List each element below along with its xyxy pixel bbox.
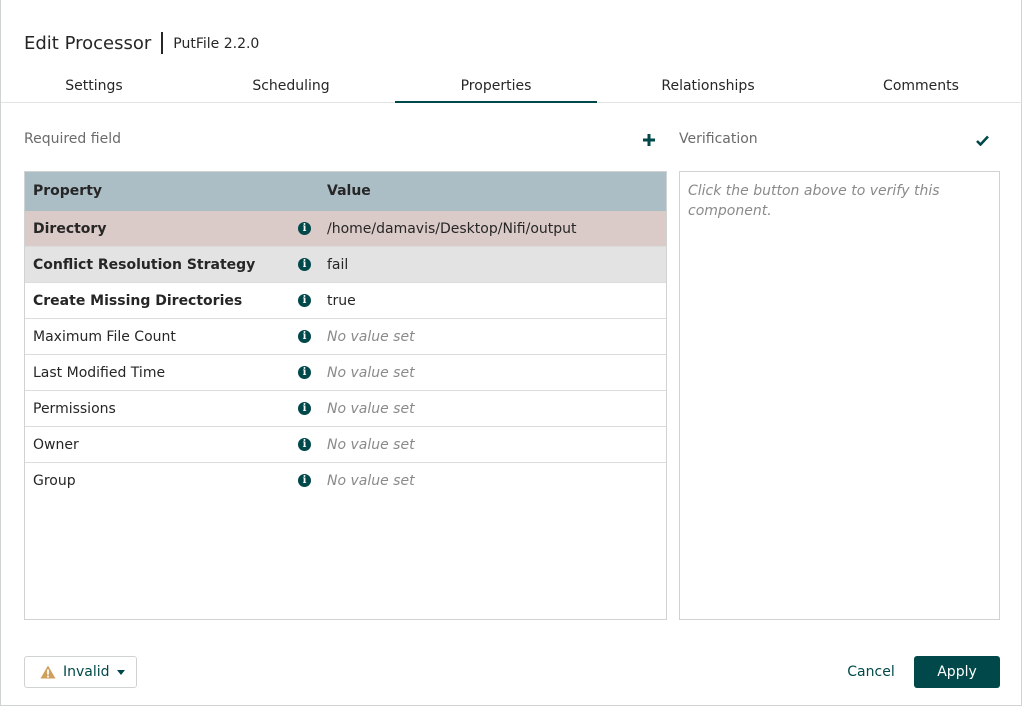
table-row[interactable]: Conflict Resolution Strategy i fail [25,247,666,283]
checkmark-icon [975,135,989,146]
table-row[interactable]: Permissions i No value set [25,391,666,427]
info-icon[interactable]: i [298,438,311,451]
edit-processor-dialog: Edit Processor PutFile 2.2.0 Settings Sc… [0,0,1022,706]
tab-settings[interactable]: Settings [24,70,164,102]
required-field-label: Required field [24,131,121,147]
info-icon[interactable]: i [298,474,311,487]
add-property-button[interactable] [639,130,659,150]
info-icon[interactable]: i [298,330,311,343]
plus-icon [643,134,655,146]
validation-status-button[interactable]: Invalid [24,656,137,688]
chevron-down-icon [116,669,125,675]
tab-bar: Settings Scheduling Properties Relations… [1,70,1022,103]
table-header: Property Value [25,172,666,211]
info-icon[interactable]: i [298,402,311,415]
verification-placeholder: Click the button above to verify this co… [688,183,940,219]
table-row[interactable]: Owner i No value set [25,427,666,463]
info-icon[interactable]: i [298,366,311,379]
property-name: Permissions [33,401,116,417]
properties-table: Property Value Directory i /home/damavis… [24,171,667,620]
info-icon[interactable]: i [298,222,311,235]
table-row[interactable]: Directory i /home/damavis/Desktop/Nifi/o… [25,211,666,247]
verification-label: Verification [679,131,758,147]
column-header-property: Property [33,183,103,199]
property-name: Create Missing Directories [33,293,243,309]
table-row[interactable]: Group i No value set [25,463,666,499]
table-row[interactable]: Last Modified Time i No value set [25,355,666,391]
property-value[interactable]: No value set [327,437,415,453]
info-icon[interactable]: i [298,258,311,271]
tab-properties[interactable]: Properties [395,70,597,103]
property-name: Directory [33,221,107,237]
property-value[interactable]: true [327,293,356,309]
property-value[interactable]: No value set [327,365,415,381]
validation-status-label: Invalid [63,664,110,680]
title-separator [161,32,164,54]
info-icon[interactable]: i [298,294,311,307]
table-row[interactable]: Maximum File Count i No value set [25,319,666,355]
dialog-header: Edit Processor PutFile 2.2.0 [24,30,259,56]
property-name: Maximum File Count [33,329,176,345]
property-value[interactable]: fail [327,257,348,273]
apply-button[interactable]: Apply [914,656,1000,688]
tab-scheduling[interactable]: Scheduling [201,70,381,102]
verify-button[interactable] [973,131,991,149]
property-value[interactable]: /home/damavis/Desktop/Nifi/output [327,221,577,237]
dialog-subtitle: PutFile 2.2.0 [173,36,260,52]
property-name: Owner [33,437,79,453]
property-value[interactable]: No value set [327,401,415,417]
property-name: Conflict Resolution Strategy [33,257,256,273]
tab-relationships[interactable]: Relationships [611,70,805,102]
cancel-button[interactable]: Cancel [839,656,903,688]
property-value[interactable]: No value set [327,473,415,489]
dialog-title: Edit Processor [24,32,152,54]
property-name: Last Modified Time [33,365,166,381]
tab-comments[interactable]: Comments [821,70,1021,102]
property-value[interactable]: No value set [327,329,415,345]
property-name: Group [33,473,76,489]
verification-panel: Click the button above to verify this co… [679,171,1000,620]
warning-icon [40,665,56,679]
table-row[interactable]: Create Missing Directories i true [25,283,666,319]
column-header-value: Value [327,183,371,199]
